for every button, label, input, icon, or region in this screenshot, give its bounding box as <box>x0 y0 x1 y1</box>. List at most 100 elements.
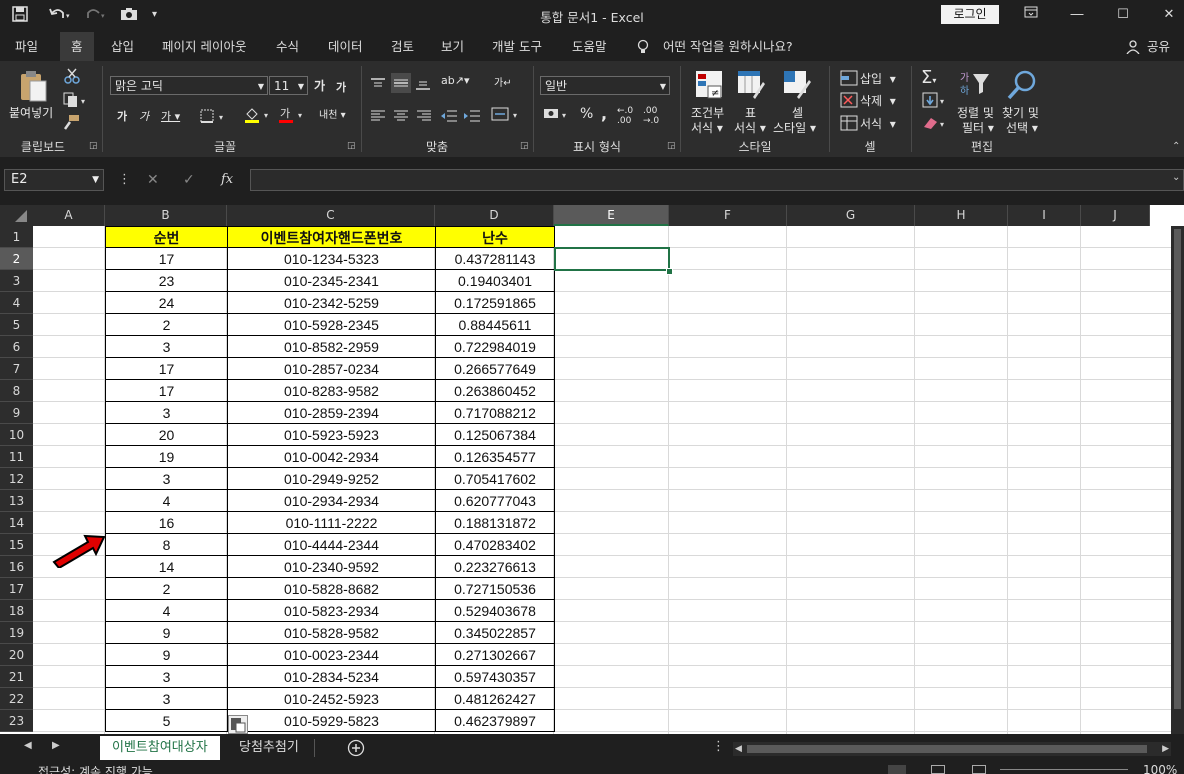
table-cell[interactable]: 23 <box>105 270 228 292</box>
autosum-icon[interactable]: Σ▾ <box>921 67 936 88</box>
table-cell[interactable]: 3 <box>105 336 228 358</box>
table-cell[interactable]: 0.597430357 <box>435 666 555 688</box>
table-cell[interactable]: 0.727150536 <box>435 578 555 600</box>
next-sheet-icon[interactable]: ▶ <box>52 740 60 751</box>
vertical-scrollbar[interactable] <box>1171 226 1184 734</box>
table-cell[interactable]: 9 <box>105 622 228 644</box>
table-cell[interactable]: 010-2834-5234 <box>227 666 436 688</box>
table-cell[interactable]: 14 <box>105 556 228 578</box>
table-cell[interactable]: 0.705417602 <box>435 468 555 490</box>
row-header-20[interactable]: 20 <box>0 644 33 666</box>
table-cell[interactable]: 16 <box>105 512 228 534</box>
table-cell[interactable]: 2 <box>105 578 228 600</box>
ribbon-display-icon[interactable] <box>1016 4 1046 26</box>
paste-options-icon[interactable] <box>228 715 248 734</box>
increase-decimal-icon[interactable]: ←.0.00 <box>617 106 633 126</box>
expand-formula-icon[interactable]: ⌄ <box>1172 172 1180 183</box>
minimize-icon[interactable]: ― <box>1062 4 1092 26</box>
bold-icon[interactable]: 가 <box>117 108 127 124</box>
table-cell[interactable]: 0.717088212 <box>435 402 555 424</box>
font-shrink-icon[interactable]: 가 <box>336 79 346 95</box>
table-cell[interactable]: 9 <box>105 644 228 666</box>
table-cell[interactable]: 4 <box>105 600 228 622</box>
formula-input[interactable] <box>250 169 1184 191</box>
italic-icon[interactable]: 가 <box>139 108 149 124</box>
enter-icon[interactable]: ✓ <box>183 172 195 188</box>
row-header-2[interactable]: 2 <box>0 248 33 270</box>
table-cell[interactable]: 2 <box>105 314 228 336</box>
column-header-f[interactable]: F <box>669 205 787 226</box>
cut-icon[interactable] <box>64 68 80 88</box>
table-cell[interactable]: 20 <box>105 424 228 446</box>
table-cell[interactable]: 010-5923-5923 <box>227 424 436 446</box>
table-cell[interactable]: 0.271302667 <box>435 644 555 666</box>
cancel-icon[interactable]: ✕ <box>147 172 159 188</box>
underline-icon[interactable]: 가 ▾ <box>161 108 180 124</box>
table-cell[interactable]: 3 <box>105 688 228 710</box>
table-header-cell[interactable]: 이벤트참여자핸드폰번호 <box>227 226 436 248</box>
tab-developer[interactable]: 개발 도구 <box>481 32 553 61</box>
wrap-text-icon[interactable]: 가↵ <box>494 74 512 89</box>
row-header-4[interactable]: 4 <box>0 292 33 314</box>
phonetic-icon[interactable]: 내천 ▾ <box>319 106 346 121</box>
align-top-icon[interactable] <box>370 76 386 95</box>
merge-center-icon[interactable]: ▾ <box>491 106 523 126</box>
conditional-formatting-label-2[interactable]: 서식 ▾ <box>691 119 723 136</box>
align-middle-icon[interactable] <box>391 73 411 93</box>
find-select-icon[interactable] <box>1006 70 1038 104</box>
column-header-c[interactable]: C <box>227 205 435 226</box>
tab-file[interactable]: 파일 <box>4 32 49 61</box>
tab-page-layout[interactable]: 페이지 레이아웃 <box>151 32 257 61</box>
copy-icon[interactable]: ▾ <box>63 92 89 112</box>
name-box[interactable]: E2 ▼ <box>4 169 104 191</box>
accessibility-status[interactable]: 접근성: 계속 진행 가능 <box>38 763 153 774</box>
delete-cells-button[interactable]: 삭제 ▾ <box>860 92 896 109</box>
prev-sheet-icon[interactable]: ◀ <box>24 740 32 751</box>
table-cell[interactable]: 17 <box>105 358 228 380</box>
align-center-icon[interactable] <box>393 108 409 127</box>
sheet-tab-event-participants[interactable]: 이벤트참여대상자 <box>100 736 220 762</box>
zoom-level[interactable]: 100% <box>1143 763 1177 774</box>
table-cell[interactable]: 010-4444-2344 <box>227 534 436 556</box>
table-cell[interactable]: 0.188131872 <box>435 512 555 534</box>
page-break-view-icon[interactable] <box>972 765 986 774</box>
row-header-12[interactable]: 12 <box>0 468 33 490</box>
scroll-right-icon[interactable]: ▶ <box>1162 742 1171 756</box>
share-button[interactable]: 공유 <box>1136 32 1181 61</box>
cell-styles-label-2[interactable]: 스타일 ▾ <box>773 119 816 136</box>
add-sheet-icon[interactable] <box>347 739 365 761</box>
table-cell[interactable]: 010-1111-2222 <box>227 512 436 534</box>
page-layout-view-icon[interactable] <box>931 765 945 774</box>
row-header-21[interactable]: 21 <box>0 666 33 688</box>
clear-icon[interactable]: ▾ <box>922 115 948 135</box>
table-cell[interactable]: 0.126354577 <box>435 446 555 468</box>
clipboard-launcher-icon[interactable]: ◲ <box>89 141 98 151</box>
scroll-left-icon[interactable]: ◀ <box>733 742 742 756</box>
insert-cells-icon[interactable] <box>840 70 858 90</box>
table-cell[interactable]: 0.263860452 <box>435 380 555 402</box>
tell-me-search[interactable]: 어떤 작업을 원하시나요? <box>652 32 804 61</box>
table-cell[interactable]: 0.125067384 <box>435 424 555 446</box>
table-cell[interactable]: 8 <box>105 534 228 556</box>
sort-filter-icon[interactable]: 가하 <box>959 70 991 102</box>
row-header-18[interactable]: 18 <box>0 600 33 622</box>
font-color-icon[interactable]: 가 ▾ <box>278 106 308 128</box>
table-cell[interactable]: 0.722984019 <box>435 336 555 358</box>
row-header-22[interactable]: 22 <box>0 688 33 710</box>
column-header-g[interactable]: G <box>787 205 915 226</box>
cell-styles-icon[interactable] <box>783 70 811 104</box>
percent-icon[interactable]: % <box>580 106 593 122</box>
tab-help[interactable]: 도움말 <box>561 32 618 61</box>
delete-cells-icon[interactable] <box>840 92 858 112</box>
fill-icon[interactable]: ▾ <box>922 92 948 112</box>
row-header-14[interactable]: 14 <box>0 512 33 534</box>
table-header-cell[interactable]: 순번 <box>105 226 228 248</box>
row-header-19[interactable]: 19 <box>0 622 33 644</box>
column-header-i[interactable]: I <box>1008 205 1081 226</box>
table-cell[interactable]: 010-2857-0234 <box>227 358 436 380</box>
close-icon[interactable]: ✕ <box>1154 4 1184 26</box>
table-cell[interactable]: 0.620777043 <box>435 490 555 512</box>
table-cell[interactable]: 010-5928-2345 <box>227 314 436 336</box>
accounting-format-icon[interactable]: ▾ <box>543 106 571 126</box>
row-header-1[interactable]: 1 <box>0 226 33 248</box>
